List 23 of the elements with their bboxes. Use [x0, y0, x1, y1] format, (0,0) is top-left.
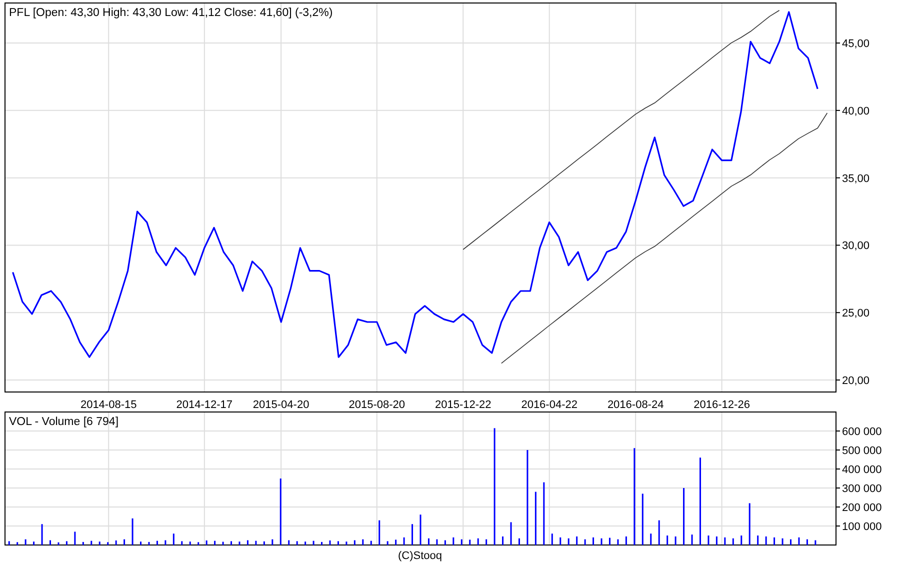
volume-label: 200 000: [842, 502, 882, 514]
date-label: 2015-08-20: [348, 399, 406, 410]
date-label: 2014-08-15: [80, 399, 137, 410]
price-label: 35,00: [842, 172, 870, 185]
price-label: 45,00: [842, 38, 870, 50]
price-label: 20,00: [842, 375, 870, 387]
volume-label: 600 000: [842, 426, 882, 438]
price-label: 40,00: [842, 105, 870, 118]
date-label: 2016-08-24: [607, 399, 664, 410]
volume-label: 400 000: [842, 464, 882, 476]
volume-label: 300 000: [842, 483, 882, 495]
price-label: 30,00: [842, 240, 870, 252]
date-label: 2014-12-17: [176, 399, 233, 410]
volume-label: 100 000: [842, 521, 882, 533]
date-label: 2015-12-22: [434, 399, 492, 410]
copyright-text: (C)Stooq: [398, 550, 442, 563]
chart-title: PFL [Open: 43,30 High: 43,30 Low: 41,12 Close: 41,60] (-3,2%): [9, 7, 333, 19]
price-label: 25,00: [842, 308, 870, 320]
date-label: 2015-04-20: [252, 399, 310, 410]
volume-label: 500 000: [842, 445, 882, 457]
date-label: 2016-04-22: [521, 399, 578, 410]
volume-title: VOL - Volume [6 794]: [9, 416, 119, 428]
date-label: 2016-12-26: [694, 399, 750, 410]
